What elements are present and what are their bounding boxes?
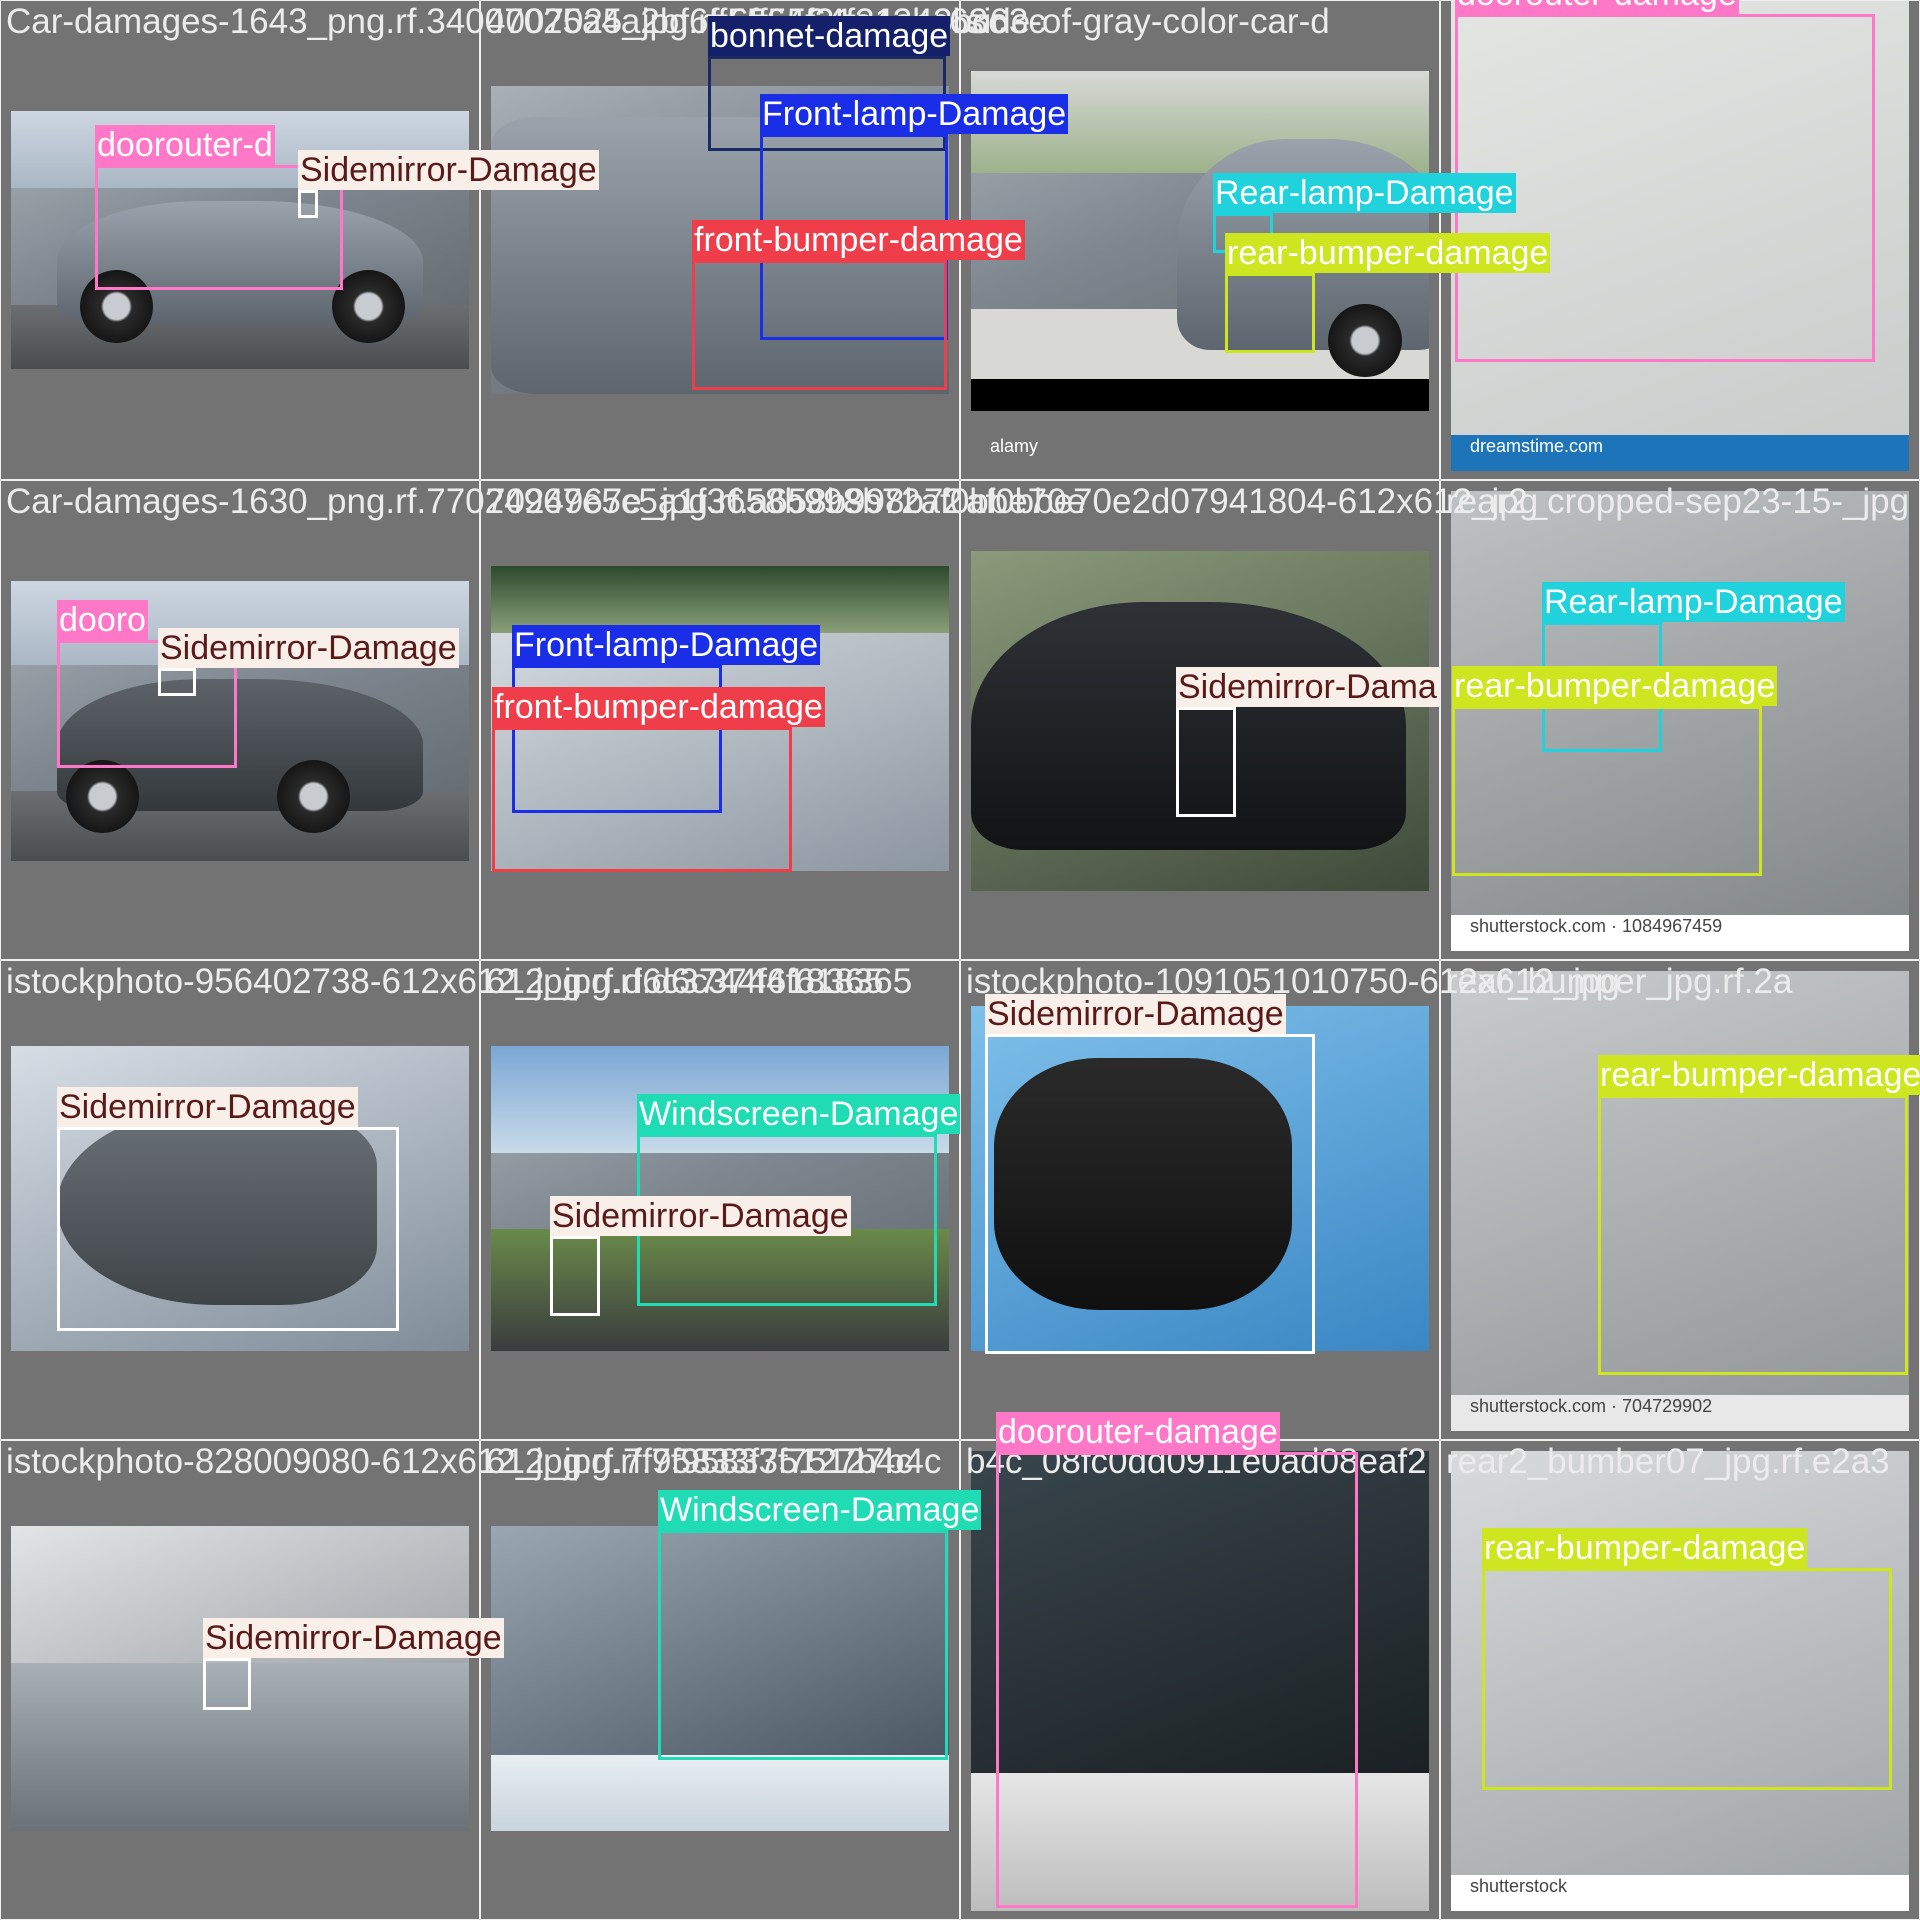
car-photo <box>1451 491 1909 951</box>
car-photo <box>491 1046 949 1351</box>
mosaic-tile-8: rear2_cropped-sep23-15-_jpg <box>1440 480 1920 960</box>
car-photo <box>971 551 1429 891</box>
mosaic-tile-14: 612_jpg.rf.7f95833f75127b4c <box>480 1440 960 1920</box>
car-photo <box>11 111 469 369</box>
mosaic-tile-3: side-of-gray-color-car-d <box>960 0 1440 480</box>
image-filename: rear_bumper_jpg.rf.2a <box>1446 962 1793 1001</box>
mosaic-tile-4 <box>1440 0 1920 480</box>
mosaic-tile-10: 612_jpg.rf.d6c3744f618365 <box>480 960 960 1440</box>
mosaic-tile-13: istockphoto-828009080-612x612_jpg.rf.7f9… <box>0 1440 913 1920</box>
car-photo <box>971 1006 1429 1351</box>
mosaic-tile-5: Car-damages-1630_png.rf.77024967e5c5a1f3… <box>0 480 1086 960</box>
mosaic-tile-6: 7024967e_jpg.rf.a658b998b72 <box>480 480 963 960</box>
mosaic-grid: Car-damages-1643_png.rf.34007025a4a2bf6f… <box>0 0 1920 1920</box>
mosaic-tile-9: istockphoto-956402738-612x612_jpg.rf.d6c… <box>0 960 884 1440</box>
image-filename: rear2_bumber07_jpg.rf.e2a3 <box>1446 1442 1890 1481</box>
image-filename: rear2_cropped-sep23-15-_jpg <box>1446 482 1910 521</box>
mosaic-tile-11: istockphoto-1091051010750-612x612_jpg <box>960 960 1620 1440</box>
car-photo <box>971 71 1429 411</box>
mosaic-tile-1: Car-damages-1643_png.rf.34007025a4a2bf6f… <box>0 0 1006 480</box>
car-photo <box>11 581 469 861</box>
mosaic-tile-15: b4c_08fc0dd0911e0ad08eaf2 <box>960 1440 1440 1920</box>
image-filename: 612_jpg.rf.d6c3744f618365 <box>486 962 913 1001</box>
car-photo <box>11 1046 469 1351</box>
car-photo <box>1451 971 1909 1431</box>
image-filename: 612_jpg.rf.7f95833f75127b4c <box>486 1442 942 1481</box>
mosaic-tile-16: rear2_bumber07_jpg.rf.e2a3 <box>1440 1440 1920 1920</box>
image-filename: b4c_08fc0dd0911e0ad08eaf2 <box>966 1442 1427 1481</box>
image-filename: 7024967e_jpg.rf.a658b998b72 <box>486 482 963 521</box>
mosaic-tile-12: rear_bumper_jpg.rf.2a <box>1440 960 1920 1440</box>
mosaic-tile-7: af0bbe70e2d07941804-612x612_jpg <box>960 480 1538 960</box>
car-photo <box>971 1451 1429 1911</box>
car-photo <box>11 1526 469 1831</box>
image-filename: side-of-gray-color-car-d <box>966 2 1330 41</box>
image-filename: 4007025_jpg.rf.6ff5564f31a43bc63c <box>486 2 1046 41</box>
car-photo <box>491 566 949 871</box>
mosaic-tile-2: 4007025_jpg.rf.6ff5564f31a43bc63c <box>480 0 1046 480</box>
car-photo <box>491 1526 949 1831</box>
car-photo <box>491 86 949 394</box>
car-photo <box>1451 1 1909 471</box>
car-photo <box>1451 1451 1909 1911</box>
